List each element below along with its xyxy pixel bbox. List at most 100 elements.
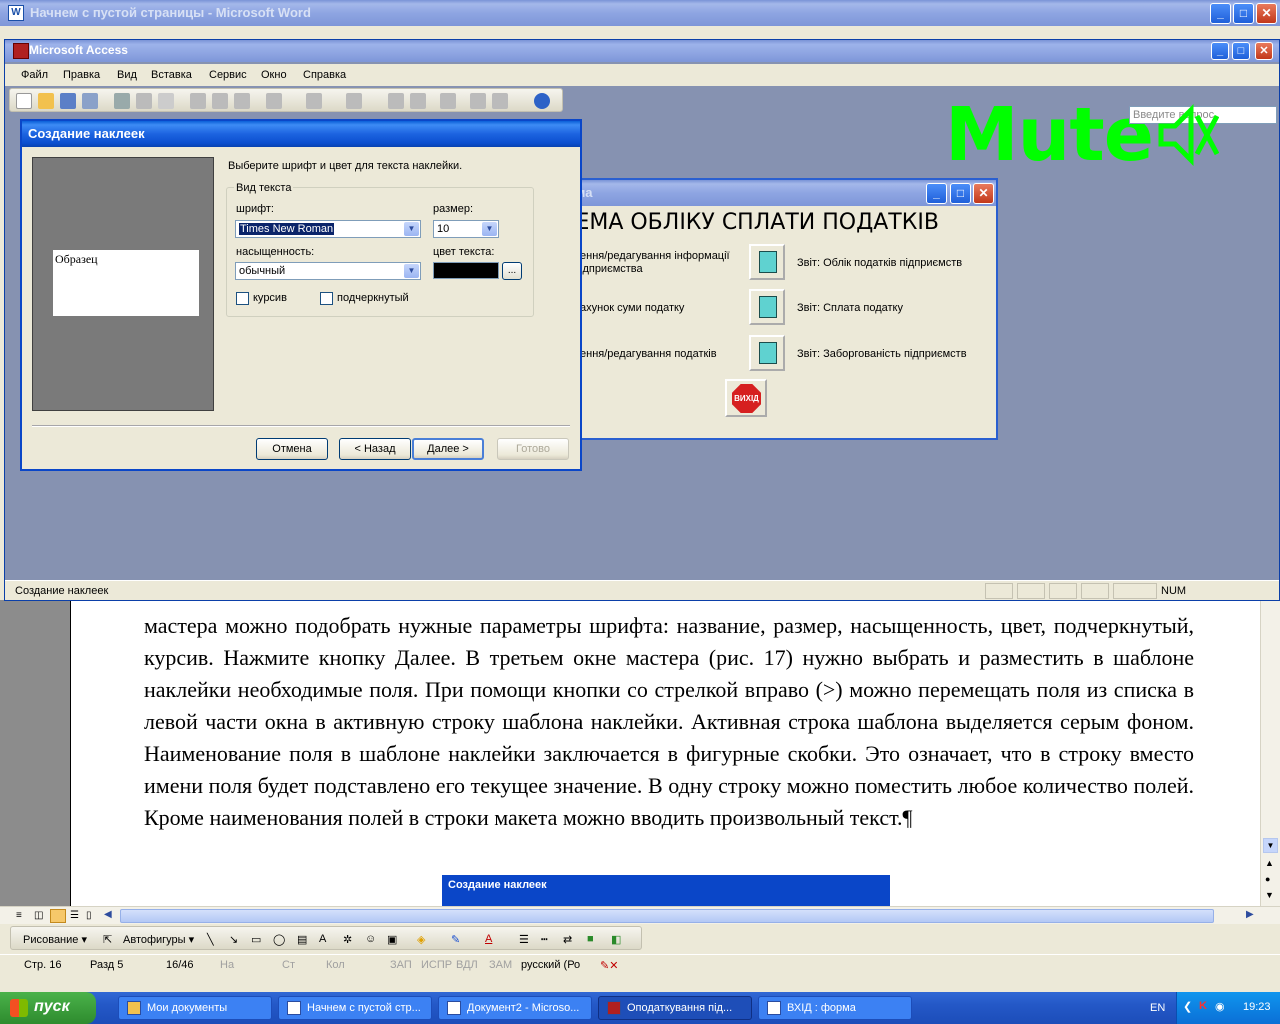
- relationships-icon[interactable]: [470, 93, 486, 109]
- status-ovr[interactable]: ЗАМ: [489, 959, 512, 971]
- menu-help[interactable]: Справка: [303, 69, 346, 81]
- help-icon[interactable]: [534, 93, 550, 109]
- color-picker-button[interactable]: ...: [502, 262, 522, 280]
- antivirus-icon[interactable]: K: [1199, 1000, 1207, 1012]
- paste-icon[interactable]: [234, 93, 250, 109]
- task-access-db[interactable]: Оподаткування під...: [598, 996, 752, 1020]
- report-button[interactable]: [749, 335, 785, 371]
- status-rec[interactable]: ЗАП: [390, 959, 412, 971]
- chevron-down-icon[interactable]: ▼: [404, 222, 419, 236]
- copy-icon[interactable]: [212, 93, 228, 109]
- open-icon[interactable]: [38, 93, 54, 109]
- dialog-title-bar[interactable]: Создание наклеек: [22, 121, 580, 147]
- autoshapes-menu-button[interactable]: Автофигуры ▾: [123, 933, 194, 946]
- script-icon[interactable]: [410, 93, 426, 109]
- new-object-icon[interactable]: [492, 93, 508, 109]
- word-close-button[interactable]: ✕: [1256, 3, 1277, 24]
- next-button[interactable]: Далее >: [412, 438, 484, 460]
- select-browse-object-icon[interactable]: ●: [1265, 874, 1270, 884]
- access-maximize-button[interactable]: □: [1232, 42, 1250, 60]
- diagram-icon[interactable]: ✲: [343, 933, 352, 946]
- word-title-bar[interactable]: W Начнем с пустой страницы - Microsoft W…: [0, 0, 1280, 26]
- spelling-status-icon[interactable]: ✎✕: [600, 959, 618, 972]
- dash-style-icon[interactable]: ┅: [541, 933, 548, 946]
- scroll-left-icon[interactable]: ◀: [104, 909, 112, 920]
- scroll-right-icon[interactable]: ▶: [1246, 909, 1254, 920]
- status-trk[interactable]: ИСПР: [421, 959, 452, 971]
- chevron-down-icon[interactable]: ▼: [404, 264, 419, 278]
- print-icon[interactable]: [114, 93, 130, 109]
- prev-page-icon[interactable]: ▲: [1265, 858, 1274, 868]
- word-minimize-button[interactable]: _: [1210, 3, 1231, 24]
- menu-view[interactable]: Вид: [117, 69, 137, 81]
- task-my-documents[interactable]: Мои документы: [118, 996, 272, 1020]
- network-icon[interactable]: ◉: [1215, 1000, 1225, 1013]
- normal-view-icon[interactable]: ≡: [16, 910, 22, 921]
- office-links-icon[interactable]: [306, 93, 322, 109]
- weight-select[interactable]: обычный ▼: [235, 262, 421, 280]
- language-indicator[interactable]: EN: [1150, 1002, 1165, 1014]
- print-layout-view-icon[interactable]: [50, 909, 66, 923]
- exit-button[interactable]: ВИХІД: [725, 379, 767, 417]
- search-icon[interactable]: [82, 93, 98, 109]
- picture-icon[interactable]: ▣: [387, 933, 397, 946]
- rectangle-icon[interactable]: ▭: [251, 933, 261, 946]
- menu-tools[interactable]: Сервис: [209, 69, 247, 81]
- spelling-icon[interactable]: [158, 93, 174, 109]
- italic-checkbox[interactable]: [236, 292, 249, 305]
- task-word-doc1[interactable]: Начнем с пустой стр...: [278, 996, 432, 1020]
- font-color-icon[interactable]: A: [485, 933, 492, 945]
- tray-arrow-icon[interactable]: ❮: [1183, 1000, 1192, 1013]
- clipart-icon[interactable]: ☺: [365, 933, 376, 945]
- task-access-form[interactable]: ВХІД : форма: [758, 996, 912, 1020]
- line-style-icon[interactable]: ☰: [519, 933, 529, 946]
- font-select[interactable]: Times New Roman ▼: [235, 220, 421, 238]
- fill-color-icon[interactable]: ◈: [417, 933, 425, 946]
- 3d-style-icon[interactable]: ◧: [611, 933, 621, 946]
- access-title-bar[interactable]: Microsoft Access _ □ ✕: [5, 40, 1279, 62]
- reading-view-icon[interactable]: ▯: [86, 910, 92, 921]
- report-button[interactable]: [749, 289, 785, 325]
- form-maximize-button[interactable]: □: [950, 183, 971, 204]
- scroll-down-icon[interactable]: ▼: [1263, 838, 1278, 853]
- report-button[interactable]: [749, 244, 785, 280]
- menu-insert[interactable]: Вставка: [151, 69, 192, 81]
- access-close-button[interactable]: ✕: [1255, 42, 1273, 60]
- menu-window[interactable]: Окно: [261, 69, 287, 81]
- outline-view-icon[interactable]: ☰: [70, 910, 79, 921]
- analyze-icon[interactable]: [346, 93, 362, 109]
- undo-icon[interactable]: [266, 93, 282, 109]
- web-view-icon[interactable]: ◫: [34, 910, 43, 921]
- size-select[interactable]: 10 ▼: [433, 220, 499, 238]
- form-title-bar[interactable]: рма _ □ ✕: [562, 180, 996, 206]
- form-close-button[interactable]: ✕: [973, 183, 994, 204]
- shadow-style-icon[interactable]: ■: [587, 933, 594, 945]
- menu-edit[interactable]: Правка: [63, 69, 100, 81]
- menu-file[interactable]: Файл: [21, 69, 48, 81]
- oval-icon[interactable]: ◯: [273, 933, 285, 946]
- underline-checkbox[interactable]: [320, 292, 333, 305]
- line-icon[interactable]: ╲: [207, 933, 214, 946]
- next-page-icon[interactable]: ▼: [1265, 890, 1274, 900]
- chevron-down-icon[interactable]: ▼: [482, 222, 497, 236]
- wordart-icon[interactable]: A: [319, 933, 326, 945]
- select-objects-icon[interactable]: ⇱: [103, 933, 112, 946]
- form-minimize-button[interactable]: _: [926, 183, 947, 204]
- text-color-swatch[interactable]: [433, 262, 499, 279]
- cut-icon[interactable]: [190, 93, 206, 109]
- finish-button[interactable]: Готово: [497, 438, 569, 460]
- print-preview-icon[interactable]: [136, 93, 152, 109]
- status-ext[interactable]: ВДЛ: [456, 959, 478, 971]
- horizontal-scroll-thumb[interactable]: [120, 909, 1214, 923]
- access-minimize-button[interactable]: _: [1211, 42, 1229, 60]
- start-button[interactable]: пуск: [0, 992, 96, 1024]
- properties-icon[interactable]: [440, 93, 456, 109]
- arrow-style-icon[interactable]: ⇄: [563, 933, 572, 946]
- arrow-icon[interactable]: ↘: [229, 933, 238, 946]
- document-body-text[interactable]: мастера можно подобрать нужные параметры…: [144, 610, 1194, 834]
- horizontal-scrollbar[interactable]: ≡ ◫ ☰ ▯ ◀ ▶: [0, 906, 1280, 924]
- save-icon[interactable]: [60, 93, 76, 109]
- cancel-button[interactable]: Отмена: [256, 438, 328, 460]
- clock[interactable]: 19:23: [1243, 1001, 1271, 1013]
- textbox-icon[interactable]: ▤: [297, 933, 307, 946]
